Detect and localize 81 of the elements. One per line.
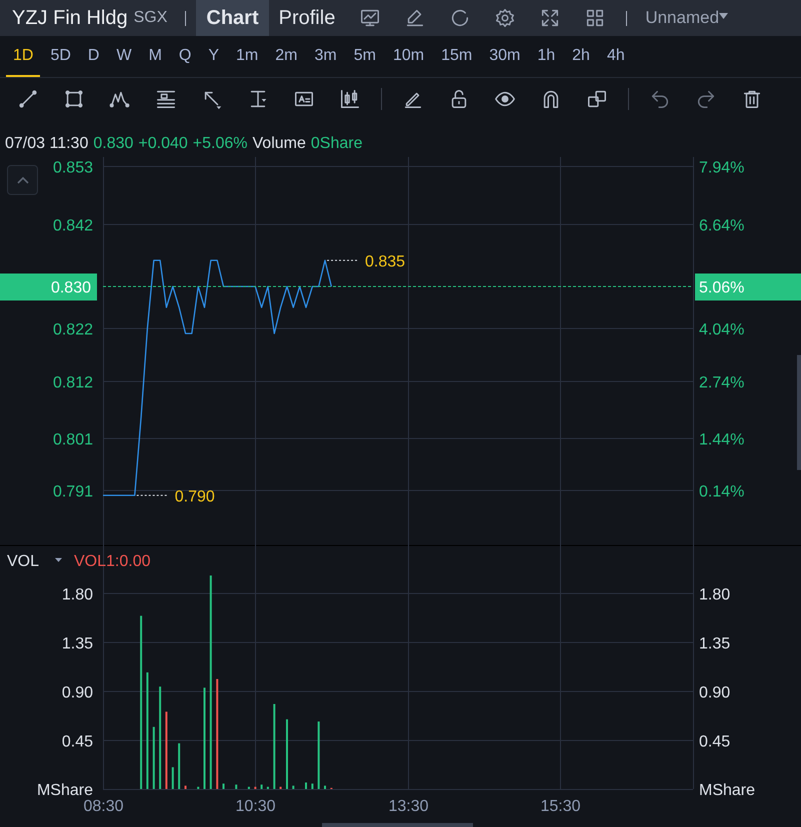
indicator-name: VOL — [7, 553, 40, 570]
period-tab[interactable]: 1h — [530, 36, 562, 77]
time-axis-label: 08:30 — [83, 798, 124, 815]
axis-unit-label: MShare — [699, 782, 756, 799]
period-tab[interactable]: 5D — [43, 36, 78, 77]
percent-axis-label: 0.14% — [699, 484, 744, 500]
period-tab[interactable]: 10m — [386, 36, 432, 77]
price-tag: 0.830 — [0, 274, 97, 300]
chevron-up-icon — [16, 176, 28, 184]
caret-icon[interactable] — [55, 558, 62, 562]
percent-axis-label: 1.44% — [699, 432, 744, 448]
price-change: +0.040 — [138, 134, 188, 154]
percent-axis-label: 4.04% — [699, 322, 744, 338]
volume-bar — [292, 786, 294, 789]
volume-bar — [197, 786, 200, 789]
tab[interactable]: Chart — [196, 0, 269, 36]
volume-bar — [280, 786, 282, 789]
price-axis-label: 0.791 — [52, 484, 93, 500]
volume-bar — [266, 786, 269, 789]
price-annotation: 0.835 — [365, 253, 406, 270]
period-tab[interactable]: Y — [201, 36, 226, 77]
period-tab[interactable]: D — [80, 36, 106, 77]
volume-axis-label: 0.90 — [62, 684, 93, 702]
period-tab[interactable]: 5m — [346, 36, 383, 77]
volume-axis-label: 0.90 — [699, 684, 730, 702]
leader-line — [326, 260, 360, 261]
volume-axis-label: 0.45 — [62, 734, 93, 750]
volume-bar — [178, 743, 180, 790]
price-axis-label: 0.801 — [52, 432, 93, 448]
volume-bar — [311, 784, 314, 789]
time-axis-label: 15:30 — [540, 798, 581, 815]
price-axis-label: 0.853 — [52, 160, 93, 176]
volume-axis-label: 1.35 — [62, 636, 93, 652]
scrollbar-thumb[interactable] — [322, 823, 473, 827]
volume-bar — [318, 722, 320, 789]
tab[interactable]: Profile — [268, 0, 346, 36]
volume-axis-label: 0.45 — [699, 734, 730, 750]
volume-bar — [248, 786, 250, 789]
scrollbar-thumb[interactable] — [797, 355, 801, 470]
period-tab[interactable]: Q — [172, 36, 198, 77]
period-tab[interactable]: 15m — [434, 36, 480, 77]
ref-line-label: 0.830 — [50, 280, 92, 297]
volume-value: 0Share — [310, 134, 362, 154]
volume-label: Volume — [252, 134, 306, 154]
volume-bar — [172, 767, 174, 789]
period-tab[interactable]: 3m — [308, 36, 344, 77]
volume-bar — [260, 784, 263, 789]
period-tab[interactable]: 2m — [268, 36, 304, 77]
percent-tag: 5.06% — [695, 274, 801, 300]
volume-axis-label: 1.80 — [699, 586, 730, 604]
stock-title: YZJ Fin Hldg — [12, 6, 128, 31]
period-tab[interactable]: 1m — [229, 36, 266, 77]
percent-axis-label: 7.94% — [699, 160, 744, 176]
caret-icon — [719, 13, 728, 20]
period-tab[interactable]: 2h — [565, 36, 597, 77]
volume-bar — [152, 726, 155, 789]
period-tab[interactable]: M — [142, 36, 169, 77]
exchange-label: SGX — [134, 8, 168, 28]
last-price: 0.830 — [93, 134, 134, 154]
time-axis-label: 10:30 — [235, 798, 276, 815]
period-tab[interactable]: W — [109, 36, 139, 77]
volume-axis-label: 1.80 — [62, 586, 93, 604]
volume-bar — [235, 784, 238, 789]
percent-change: +5.06% — [192, 134, 248, 154]
price-axis-label: 0.822 — [52, 322, 93, 338]
percent-axis-label: 2.74% — [699, 374, 744, 392]
period-tab[interactable]: 4h — [600, 36, 632, 77]
period-tab[interactable]: 30m — [482, 36, 528, 77]
price-annotation: 0.790 — [174, 488, 215, 506]
indicator-value: VOL1:0.00 — [74, 553, 150, 570]
layout-dropdown[interactable]: Unnamed — [645, 5, 728, 31]
axis-unit-label: MShare — [36, 782, 93, 799]
volume-axis-label: 1.35 — [699, 636, 730, 652]
volume-bar — [254, 786, 256, 789]
quote-time: 07/03 11:30 — [5, 134, 88, 154]
percent-axis-label: 6.64% — [699, 218, 744, 234]
period-tab[interactable]: 1D — [6, 36, 40, 77]
price-axis-label: 0.812 — [52, 374, 93, 392]
time-axis-label: 13:30 — [388, 798, 429, 815]
leader-line — [136, 494, 170, 496]
price-axis-label: 0.842 — [52, 218, 93, 234]
